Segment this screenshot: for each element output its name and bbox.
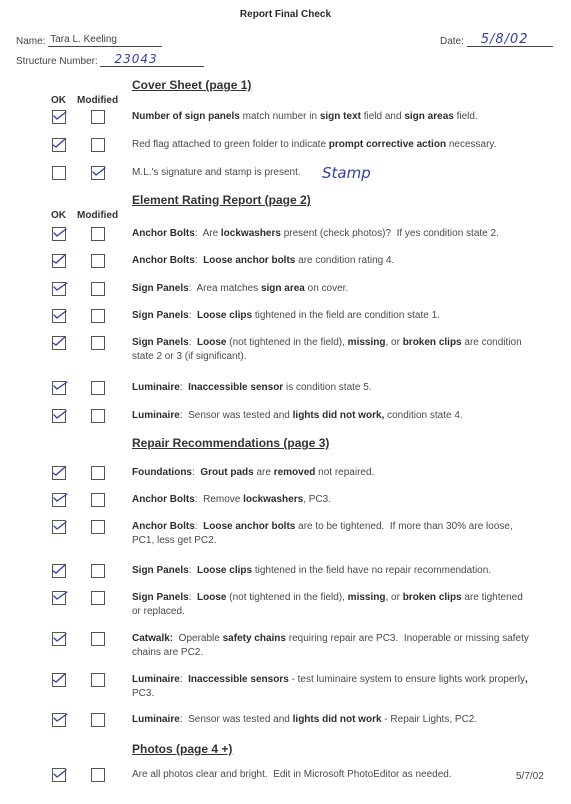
checkmark-icon [52,254,66,264]
modified-checkbox[interactable] [91,409,105,423]
modified-column-header: Modified [77,95,119,106]
ok-column-header: OK [51,95,66,106]
checklist-item-text: Sign Panels: Loose clips tightened in th… [132,310,440,321]
checklist-item-text: Foundations: Grout pads are removed not … [132,467,375,478]
modified-checkbox[interactable] [91,110,105,124]
modified-checkbox[interactable] [91,227,105,241]
ok-checkbox[interactable] [52,282,68,296]
ok-checkbox[interactable] [52,227,67,241]
checklist-item-text: Anchor Bolts: Loose anchor bolts are to … [132,521,513,546]
checkmark-icon [53,769,67,778]
ok-checkbox[interactable] [52,309,67,323]
ok-checkbox[interactable] [52,409,67,423]
ok-checkbox[interactable] [52,591,68,605]
checkmark-icon [53,228,67,237]
checkmark-icon [53,410,67,419]
structure-number-label: Structure Number: [16,56,98,67]
checklist-item-text: Catwalk: Operable safety chains requirin… [132,633,529,658]
modified-checkbox[interactable] [91,466,105,480]
footer-date: 5/7/02 [516,771,544,782]
checklist-item-text: Number of sign panels match number in si… [132,111,478,122]
page-title: Report Final Check [239,9,332,20]
ok-checkbox[interactable] [52,713,68,727]
ok-checkbox[interactable] [52,381,68,395]
checklist-item-text: Anchor Bolts: Remove lockwashers, PC3. [132,494,331,505]
name-label: Name: [16,36,46,47]
modified-checkbox[interactable] [91,138,105,152]
modified-checkbox[interactable] [91,336,105,350]
checklist-item-text: Sign Panels: Loose (not tightened in the… [132,592,523,617]
ok-column-header: OK [51,210,66,221]
checkmark-icon [52,466,66,476]
structure-number-field: Structure Number: 23043 [16,53,205,67]
checklist-item-text: Luminaire: Inaccessible sensor is condit… [132,382,372,393]
date-value[interactable]: 5/8/02 [466,33,553,47]
checkmark-icon [92,167,106,176]
checkmark-icon [53,521,67,530]
checklist-item-text: Sign Panels: Loose clips tightened in th… [132,565,492,576]
checklist-item-text: Anchor Bolts: Are lockwashers present (c… [132,228,499,239]
structure-number-value[interactable]: 23043 [100,53,205,67]
checklist-item-text: Sign Panels: Loose (not tightened in the… [132,337,522,362]
checklist-item-text: Luminaire: Sensor was tested and lights … [132,410,463,421]
name-value[interactable]: Tara L. Keeling [48,33,163,47]
modified-checkbox[interactable] [91,632,105,646]
checkmark-icon [53,111,67,120]
checkmark-icon [53,310,67,319]
checklist-item-text: Red flag attached to green folder to ind… [132,139,497,150]
checklist-item-text: Luminaire: Sensor was tested and lights … [132,714,478,725]
modified-checkbox[interactable] [91,713,105,727]
ok-checkbox[interactable] [52,564,66,578]
date-label: Date: [440,36,464,47]
checkmark-icon [53,713,68,722]
ok-checkbox[interactable] [52,466,66,480]
ok-checkbox[interactable] [52,632,67,646]
modified-checkbox[interactable] [91,166,106,180]
handwritten-annotation: Stamp [322,164,371,182]
ok-checkbox[interactable] [52,138,66,152]
ok-checkbox[interactable] [52,520,67,534]
section-heading: Cover Sheet (page 1) [132,78,252,92]
modified-checkbox[interactable] [91,381,105,395]
checklist-item-text: Are all photos clear and bright. Edit in… [132,769,452,780]
modified-checkbox[interactable] [91,768,105,782]
ok-checkbox[interactable] [52,493,68,507]
ok-checkbox[interactable] [52,254,66,268]
checkmark-icon [53,282,68,291]
checkmark-icon [52,673,66,683]
date-field: Date: 5/8/02 [440,33,553,47]
modified-checkbox[interactable] [91,282,105,296]
checklist-item-text: Anchor Bolts: Loose anchor bolts are con… [132,255,395,266]
modified-column-header: Modified [77,210,119,221]
name-field: Name: Tara L. Keeling [16,33,163,47]
section-heading: Element Rating Report (page 2) [132,193,311,207]
modified-checkbox[interactable] [91,564,105,578]
ok-checkbox[interactable] [52,110,67,124]
checkmark-icon [53,633,67,642]
ok-checkbox[interactable] [52,166,66,180]
section-heading: Photos (page 4 +) [132,742,233,756]
checkmark-icon [53,493,68,502]
ok-checkbox[interactable] [52,673,66,687]
ok-checkbox[interactable] [52,336,66,350]
modified-checkbox[interactable] [91,673,105,687]
modified-checkbox[interactable] [91,309,105,323]
checkmark-icon [52,336,66,346]
ok-checkbox[interactable] [52,768,67,782]
modified-checkbox[interactable] [91,254,105,268]
checklist-item-text: Luminaire: Inaccessible sensors - test l… [132,674,528,699]
section-heading: Repair Recommendations (page 3) [132,436,330,450]
checkmark-icon [53,381,68,390]
checkmark-icon [53,591,68,600]
checkmark-icon [52,138,66,148]
checkmark-icon [52,564,66,574]
modified-checkbox[interactable] [91,591,105,605]
modified-checkbox[interactable] [91,520,105,534]
checklist-item-text: Sign Panels: Area matches sign area on c… [132,283,349,294]
modified-checkbox[interactable] [91,493,105,507]
